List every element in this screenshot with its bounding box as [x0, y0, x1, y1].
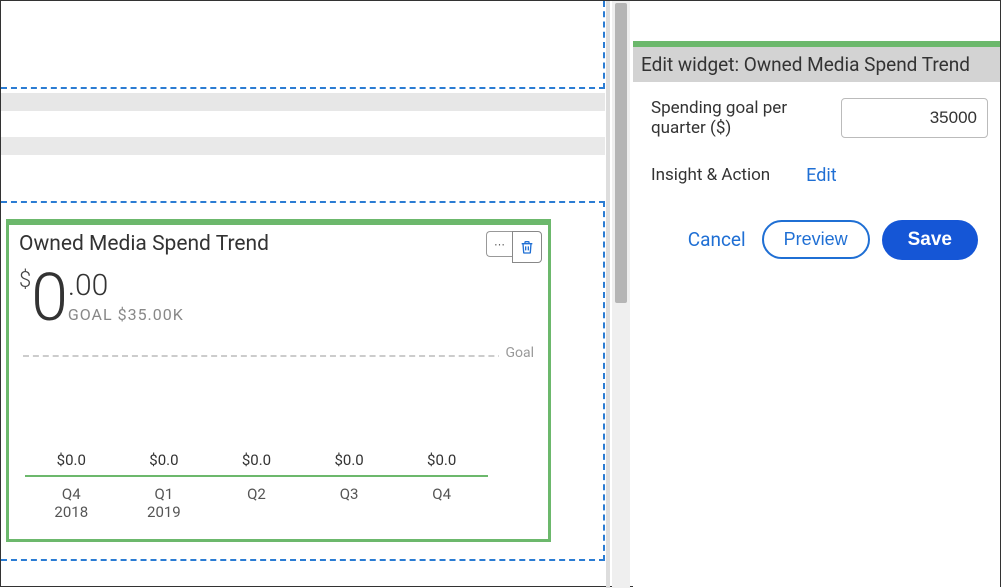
chart-value: $0.0 — [303, 451, 396, 469]
widget-delete-button[interactable] — [512, 231, 542, 263]
chart-year: 2018 — [25, 503, 118, 521]
scrollbar[interactable] — [612, 1, 630, 588]
preview-button[interactable]: Preview — [762, 220, 870, 259]
chart-value: $0.0 — [25, 451, 118, 469]
panel-actions: Cancel Preview Save — [633, 192, 1000, 260]
trash-icon — [519, 238, 535, 256]
widget-options-button[interactable]: ⋯ — [486, 231, 512, 257]
chart-value: $0.0 — [118, 451, 211, 469]
kpi-goal-text: GOAL $35.00K — [68, 305, 184, 324]
cancel-button[interactable]: Cancel — [688, 228, 746, 251]
chart-category: Q4 — [395, 485, 488, 503]
spending-goal-input[interactable] — [841, 98, 988, 138]
separator-band — [1, 93, 605, 111]
insight-action-label: Insight & Action — [651, 165, 770, 185]
insight-action-row: Insight & Action Edit — [633, 145, 1000, 192]
chart-category-labels: Q4 Q1 Q2 Q3 Q4 — [25, 485, 488, 503]
goal-line: Goal — [23, 348, 534, 364]
kpi-whole: 0 — [31, 266, 66, 332]
chart-category: Q1 — [118, 485, 211, 503]
chart-value: $0.0 — [395, 451, 488, 469]
edit-insight-link[interactable]: Edit — [806, 165, 836, 186]
dashboard-canvas: Owned Media Spend Trend ⋯ $ 0 .00 GOAL $… — [1, 1, 606, 588]
chart-year: 2019 — [118, 503, 211, 521]
panel-header: Edit widget: Owned Media Spend Trend — [633, 47, 1000, 82]
trend-chart: $0.0 $0.0 $0.0 $0.0 $0.0 Q4 Q1 Q2 Q3 Q4 … — [25, 451, 488, 521]
kpi-cents: .00 — [68, 268, 184, 303]
chart-axis — [25, 475, 488, 477]
chart-year — [210, 503, 303, 521]
spending-goal-label: Spending goal per quarter ($) — [651, 98, 831, 139]
edit-widget-panel: Edit widget: Owned Media Spend Trend Spe… — [633, 1, 1000, 588]
currency-symbol: $ — [19, 268, 31, 293]
chart-year-labels: 2018 2019 — [25, 503, 488, 521]
scroll-thumb[interactable] — [615, 3, 627, 303]
chart-year — [303, 503, 396, 521]
chart-category: Q4 — [25, 485, 118, 503]
save-button[interactable]: Save — [882, 220, 978, 260]
drop-zone-top[interactable] — [1, 1, 605, 89]
goal-line-label: Goal — [499, 345, 534, 361]
separator-band-2 — [1, 137, 605, 155]
spending-goal-row: Spending goal per quarter ($) — [633, 82, 1000, 145]
chart-year — [395, 503, 488, 521]
kpi-value: $ 0 .00 GOAL $35.00K — [9, 258, 548, 332]
widget-toolbar: ⋯ — [486, 231, 542, 263]
widget-card-selected[interactable]: Owned Media Spend Trend ⋯ $ 0 .00 GOAL $… — [6, 219, 551, 542]
chart-value-labels: $0.0 $0.0 $0.0 $0.0 $0.0 — [25, 451, 488, 469]
chart-value: $0.0 — [210, 451, 303, 469]
panel-divider[interactable] — [606, 1, 610, 588]
chart-category: Q3 — [303, 485, 396, 503]
chart-category: Q2 — [210, 485, 303, 503]
widget-title: Owned Media Spend Trend — [9, 225, 548, 258]
